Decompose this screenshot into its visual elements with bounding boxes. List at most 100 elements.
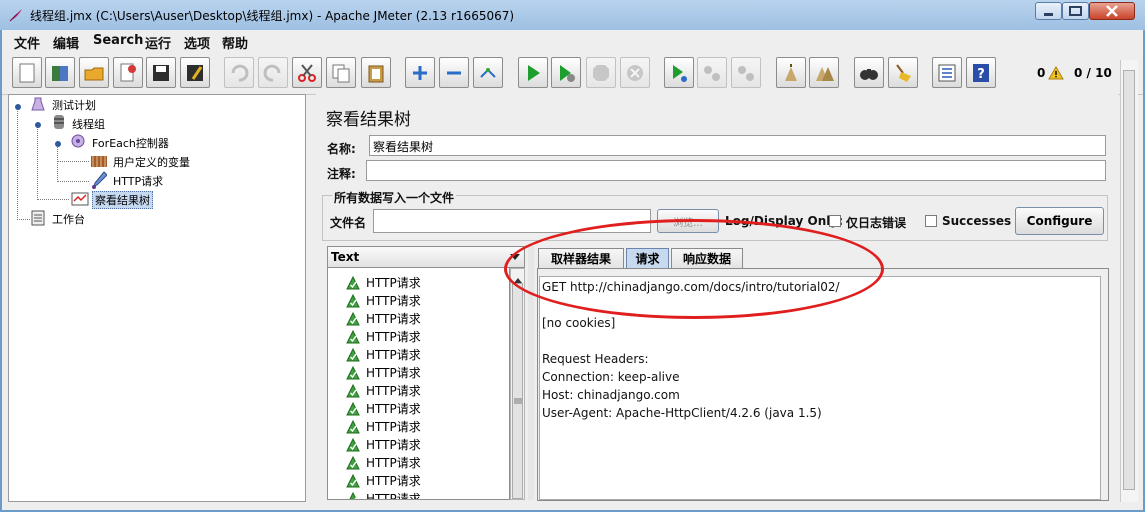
save-button[interactable] <box>146 57 176 88</box>
cut-icon <box>297 63 317 83</box>
errors-only-checkbox[interactable] <box>829 215 841 227</box>
name-label: 名称: <box>327 142 356 156</box>
sample-result-label: HTTP请求 <box>366 366 421 380</box>
tree-toggle-icon[interactable] <box>54 137 62 151</box>
remote-stop-button[interactable] <box>697 57 727 88</box>
function-helper-button[interactable] <box>932 57 962 88</box>
tree-node-thread-group[interactable]: 线程组 <box>72 116 105 132</box>
name-field[interactable]: 察看结果树 <box>369 135 1106 156</box>
sample-result-label: HTTP请求 <box>366 276 421 290</box>
undo-button[interactable] <box>224 57 254 88</box>
sample-result-label: HTTP请求 <box>366 438 421 452</box>
cut-button[interactable] <box>292 57 322 88</box>
remote-stop-icon <box>702 63 722 83</box>
results-list-scrollbar[interactable] <box>510 268 525 500</box>
sample-result-label: HTTP请求 <box>366 348 421 362</box>
renderer-value: Text <box>331 250 360 264</box>
tree-node-foreach-controller[interactable]: ForEach控制器 <box>92 135 169 151</box>
configure-button[interactable]: Configure <box>1015 207 1104 235</box>
comment-field[interactable] <box>366 160 1106 181</box>
success-check-icon <box>346 473 360 488</box>
remote-start-icon <box>669 63 689 83</box>
redo-button[interactable] <box>258 57 288 88</box>
close-button[interactable] <box>113 57 143 88</box>
test-plan-icon <box>31 97 45 114</box>
collapse-button[interactable] <box>439 57 469 88</box>
save-as-icon <box>185 63 205 83</box>
tree-connector <box>17 108 18 220</box>
expand-icon <box>410 63 430 83</box>
variables-icon <box>90 153 108 172</box>
success-check-icon <box>346 401 360 416</box>
success-check-icon <box>346 419 360 434</box>
success-check-icon <box>346 491 360 499</box>
tree-connector <box>37 125 38 200</box>
templates-button[interactable] <box>45 57 75 88</box>
copy-button[interactable] <box>326 57 356 88</box>
menu-file[interactable]: 文件 <box>14 33 40 52</box>
sample-result-list: HTTP请求 HTTP请求 HTTP请求 HTTP请求 HTTP请求 HTTP请求 HTTP… <box>327 268 510 500</box>
tree-toggle-icon[interactable] <box>14 100 22 114</box>
tree-node-http-request[interactable]: HTTP请求 <box>113 173 163 189</box>
menu-run[interactable]: 运行 <box>145 33 171 52</box>
reset-search-button[interactable] <box>888 57 918 88</box>
renderer-select[interactable]: Text <box>327 246 525 268</box>
remote-start-button[interactable] <box>664 57 694 88</box>
tree-node-test-plan[interactable]: 测试计划 <box>52 97 96 113</box>
thread-group-icon <box>51 114 67 133</box>
success-check-icon <box>346 365 360 380</box>
toggle-icon <box>478 63 498 83</box>
close-window-button[interactable] <box>1089 2 1135 20</box>
error-count: 0 <box>1037 66 1046 80</box>
templates-icon <box>50 63 70 83</box>
stop-button[interactable] <box>586 57 616 88</box>
controller-icon <box>70 133 86 152</box>
window-title: 线程组.jmx (C:\Users\Auser\Desktop\线程组.jmx)… <box>30 9 515 23</box>
tree-connector <box>17 219 30 220</box>
request-line: User-Agent: Apache-HttpClient/4.2.6 (jav… <box>542 406 822 420</box>
menu-edit[interactable]: 编辑 <box>53 33 79 52</box>
help-button[interactable]: ? <box>966 57 996 88</box>
paste-button[interactable] <box>361 57 391 88</box>
request-line: [no cookies] <box>542 316 616 330</box>
copy-icon <box>331 63 351 83</box>
help-icon: ? <box>971 63 991 83</box>
errors-only-label: 仅日志错误 <box>846 216 907 230</box>
sample-result-label: HTTP请求 <box>366 492 421 500</box>
title-bar: 线程组.jmx (C:\Users\Auser\Desktop\线程组.jmx)… <box>0 0 1145 31</box>
success-check-icon <box>346 437 360 452</box>
comment-label: 注释: <box>327 167 356 181</box>
maximize-button[interactable] <box>1062 2 1089 20</box>
menu-help[interactable]: 帮助 <box>222 33 248 52</box>
menu-search[interactable]: Search <box>93 33 143 48</box>
menu-bar <box>2 30 1143 52</box>
sample-result-label: HTTP请求 <box>366 384 421 398</box>
menu-options[interactable]: 选项 <box>184 33 210 52</box>
start-button[interactable] <box>518 57 548 88</box>
jmeter-feather-icon <box>8 7 24 23</box>
tree-node-view-results-tree[interactable]: 察看结果树 <box>92 191 153 209</box>
clear-all-button[interactable] <box>809 57 839 88</box>
save-as-button[interactable] <box>180 57 210 88</box>
panel-title: 察看结果树 <box>326 110 411 130</box>
successes-checkbox[interactable] <box>925 215 937 227</box>
toggle-button[interactable] <box>473 57 503 88</box>
new-button[interactable] <box>12 57 42 88</box>
remote-shutdown-button[interactable] <box>731 57 761 88</box>
tree-connector <box>57 181 89 182</box>
shutdown-button[interactable] <box>620 57 650 88</box>
tree-toggle-icon[interactable] <box>34 118 42 132</box>
minimize-button[interactable] <box>1035 2 1062 20</box>
expand-button[interactable] <box>405 57 435 88</box>
search-button[interactable] <box>854 57 884 88</box>
request-line: Connection: keep-alive <box>542 370 680 384</box>
filename-label: 文件名 <box>330 216 367 230</box>
tree-node-workbench[interactable]: 工作台 <box>52 211 85 227</box>
window-scrollbar[interactable] <box>1120 60 1138 502</box>
undo-icon <box>229 63 249 83</box>
tree-node-user-variables[interactable]: 用户定义的变量 <box>113 154 190 170</box>
clear-button[interactable] <box>776 57 806 88</box>
open-button[interactable] <box>79 57 109 88</box>
request-line: Request Headers: <box>542 352 649 366</box>
start-no-pause-button[interactable] <box>551 57 581 88</box>
